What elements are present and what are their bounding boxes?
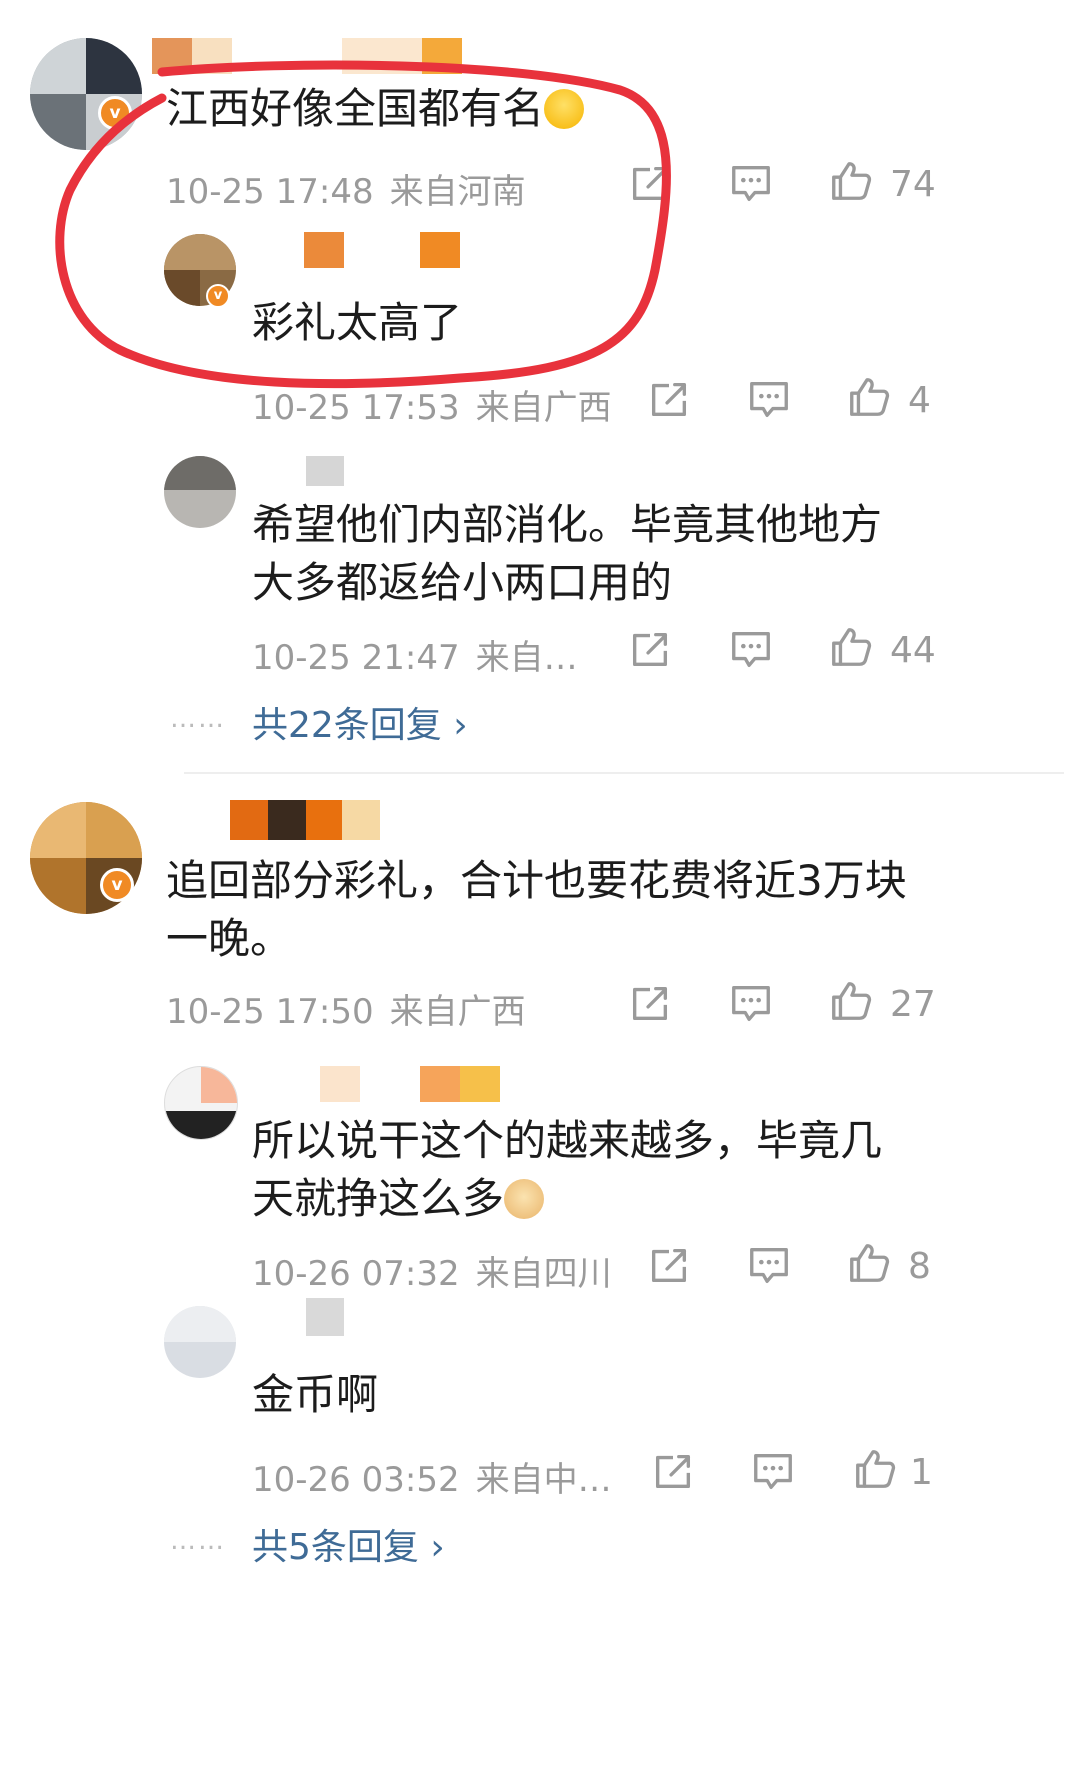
thumbs-up-icon[interactable] bbox=[846, 1240, 892, 1286]
comment-icon[interactable] bbox=[746, 376, 792, 422]
reply-avatar[interactable] bbox=[164, 1306, 236, 1378]
comment-icon[interactable] bbox=[746, 1242, 792, 1288]
comment-icon[interactable] bbox=[728, 160, 774, 206]
username-blurred[interactable] bbox=[250, 1298, 400, 1338]
doge-emoji-icon bbox=[504, 1179, 545, 1219]
reply-meta: 10-26 03:52 来自中… bbox=[252, 1460, 612, 1500]
reply-meta: 10-25 21:47 来自… bbox=[252, 638, 578, 678]
like-count: 74 bbox=[890, 164, 936, 205]
reply-avatar[interactable] bbox=[164, 456, 236, 528]
like-count: 8 bbox=[908, 1246, 931, 1287]
comment-meta: 10-25 17:50 来自广西 bbox=[166, 992, 526, 1032]
share-icon[interactable] bbox=[650, 1448, 696, 1494]
like-count: 1 bbox=[910, 1452, 933, 1493]
divider bbox=[184, 772, 1064, 774]
share-icon[interactable] bbox=[627, 980, 673, 1026]
reply-meta: 10-26 07:32 来自四川 bbox=[252, 1254, 612, 1294]
reply-text: 所以说干这个的越来越多，毕竟几天就挣这么多 bbox=[252, 1116, 883, 1223]
comment-text: 追回部分彩礼，合计也要花费将近3万块一晚。 bbox=[166, 856, 907, 963]
reply-text: 金币啊 bbox=[252, 1370, 379, 1419]
like-count: 44 bbox=[890, 630, 936, 671]
verified-badge-icon: v bbox=[100, 868, 134, 902]
thumbs-up-icon[interactable] bbox=[852, 1446, 898, 1492]
thumbs-up-icon[interactable] bbox=[828, 624, 874, 670]
more-dots: …… bbox=[170, 704, 226, 734]
more-dots: …… bbox=[170, 1526, 226, 1556]
view-replies-link[interactable]: 共5条回复 › bbox=[252, 1518, 445, 1570]
comment-icon[interactable] bbox=[728, 626, 774, 672]
reply-avatar[interactable] bbox=[164, 1066, 238, 1140]
username-blurred[interactable] bbox=[260, 1066, 510, 1102]
thumbs-up-icon[interactable] bbox=[828, 978, 874, 1024]
comment-icon[interactable] bbox=[728, 980, 774, 1026]
thumbs-up-icon[interactable] bbox=[828, 158, 874, 204]
comment-icon[interactable] bbox=[750, 1448, 796, 1494]
share-icon[interactable] bbox=[627, 626, 673, 672]
username-blurred[interactable] bbox=[166, 800, 380, 840]
like-count: 27 bbox=[890, 984, 936, 1025]
share-icon[interactable] bbox=[646, 1242, 692, 1288]
thumbs-up-icon[interactable] bbox=[846, 374, 892, 420]
red-annotation-circle bbox=[55, 60, 671, 389]
like-count: 4 bbox=[908, 380, 931, 421]
username-blurred[interactable] bbox=[240, 456, 460, 486]
view-replies-link[interactable]: 共22条回复 › bbox=[252, 696, 468, 748]
reply-text: 希望他们内部消化。毕竟其他地方大多都返给小两口用的 bbox=[252, 500, 883, 607]
